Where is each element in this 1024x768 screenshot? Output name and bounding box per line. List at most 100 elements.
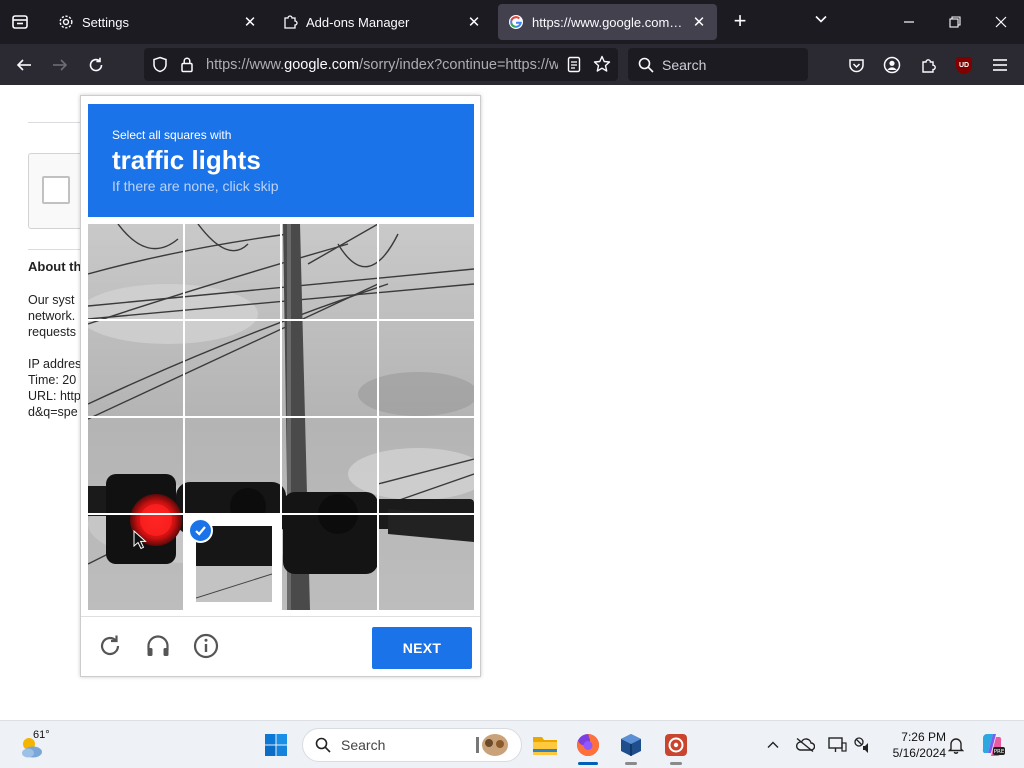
folder-icon: [533, 737, 557, 755]
puzzle-icon: [921, 58, 936, 73]
reload-challenge-button[interactable]: [95, 631, 125, 661]
notifications-button[interactable]: [944, 733, 968, 757]
start-button[interactable]: [258, 727, 294, 763]
virtualbox-taskbar-button[interactable]: [613, 727, 649, 765]
challenge-tile[interactable]: [379, 224, 475, 320]
cloud-off-icon: [796, 737, 815, 753]
url-domain: google.com: [284, 56, 360, 73]
chevron-up-icon: [767, 741, 779, 748]
info-line: Time: 20: [28, 373, 77, 387]
minimize-button[interactable]: [886, 0, 932, 44]
weather-widget[interactable]: 61°: [18, 729, 58, 761]
mouse-cursor-icon: [133, 530, 147, 550]
url-prefix: https://www.: [206, 56, 285, 73]
network-volume-tray-icon[interactable]: [851, 733, 875, 757]
tab-strip: Settings ✕ Add-ons Manager ✕ https://www…: [0, 0, 1024, 44]
url-text: https://www.google.com/sorry/index?conti…: [206, 57, 558, 73]
pocket-button[interactable]: [841, 50, 871, 80]
taskbar-search[interactable]: Search: [302, 728, 522, 762]
minimize-icon: [904, 21, 914, 23]
challenge-tile-selected[interactable]: [185, 515, 281, 611]
address-bar[interactable]: https://www.google.com/sorry/index?conti…: [144, 48, 618, 81]
challenge-tile[interactable]: [282, 321, 378, 417]
info-line: IP addres: [28, 357, 82, 371]
divider: [28, 249, 88, 250]
challenge-tile[interactable]: [185, 224, 281, 320]
help-button[interactable]: [191, 631, 221, 661]
close-tab-icon[interactable]: ✕: [466, 13, 482, 31]
tab-google-search[interactable]: https://www.google.com/search ✕: [498, 4, 717, 40]
challenge-tile[interactable]: [379, 418, 475, 514]
close-tab-icon[interactable]: ✕: [242, 13, 258, 31]
onedrive-tray-icon[interactable]: [793, 733, 817, 757]
shield-icon[interactable]: [152, 56, 168, 77]
copilot-icon: PRE: [982, 734, 1005, 756]
close-tab-icon[interactable]: ✕: [691, 13, 707, 31]
challenge-target: traffic lights: [112, 145, 261, 175]
ublock-origin-button[interactable]: UD: [949, 50, 979, 80]
new-tab-button[interactable]: +: [728, 10, 752, 34]
copilot-button[interactable]: PRE: [978, 733, 1006, 757]
challenge-tile[interactable]: [185, 321, 281, 417]
hamburger-menu-icon: [993, 59, 1007, 71]
search-icon: [638, 57, 654, 73]
chevron-down-icon: [815, 15, 827, 23]
restore-button[interactable]: [932, 0, 978, 44]
restore-icon: [949, 16, 961, 28]
challenge-hint: If there are none, click skip: [112, 178, 279, 194]
url-path: /sorry/index?continue=https://www.google…: [359, 56, 558, 73]
tab-addons-manager[interactable]: Add-ons Manager ✕: [272, 4, 492, 40]
challenge-tile[interactable]: [88, 321, 184, 417]
next-button[interactable]: NEXT: [372, 627, 472, 669]
tab-label: Settings: [82, 14, 129, 30]
reader-view-icon[interactable]: [566, 56, 582, 77]
firefox-view-button[interactable]: [0, 0, 40, 44]
list-all-tabs-button[interactable]: [814, 12, 828, 31]
search-bar[interactable]: Search: [628, 48, 808, 81]
challenge-tile[interactable]: [379, 515, 475, 611]
forward-button[interactable]: [45, 50, 75, 80]
challenge-tile[interactable]: [88, 224, 184, 320]
audio-challenge-button[interactable]: [143, 631, 173, 661]
file-explorer-button[interactable]: [527, 727, 563, 763]
show-hidden-icons-button[interactable]: [761, 733, 785, 757]
tab-settings[interactable]: Settings ✕: [48, 4, 268, 40]
back-button[interactable]: [9, 50, 39, 80]
arrow-right-icon: [53, 59, 68, 71]
account-button[interactable]: [877, 50, 907, 80]
network-icon: [854, 737, 868, 753]
firefox-taskbar-button[interactable]: [570, 727, 606, 765]
running-indicator: [625, 762, 637, 765]
about-heading: About th: [28, 259, 82, 274]
monitor-icon: [828, 737, 847, 752]
challenge-image-grid: [88, 224, 475, 611]
bookmark-star-icon[interactable]: [593, 55, 611, 77]
recaptcha-checkbox[interactable]: [42, 176, 70, 204]
windows-logo-icon: [265, 734, 287, 756]
challenge-tile[interactable]: [88, 418, 184, 514]
info-line: d&q=spe: [28, 405, 78, 419]
close-window-button[interactable]: [978, 0, 1024, 44]
clock-time: 7:26 PM: [901, 730, 946, 744]
challenge-tile[interactable]: [282, 224, 378, 320]
lock-icon[interactable]: [180, 56, 194, 77]
app-icon: [665, 734, 687, 756]
challenge-tile[interactable]: [379, 321, 475, 417]
search-bar-placeholder: Search: [662, 56, 707, 73]
challenge-tile[interactable]: [282, 515, 378, 611]
running-indicator: [670, 762, 682, 765]
reload-button[interactable]: [81, 50, 111, 80]
display-tray-icon[interactable]: [825, 733, 849, 757]
extensions-button[interactable]: [913, 50, 943, 80]
app-taskbar-button[interactable]: [658, 727, 694, 765]
puzzle-icon: [282, 14, 298, 30]
windows-taskbar: 61° Search 7:26 PM 5/16/2024 PRE: [0, 720, 1024, 768]
challenge-instruction: Select all squares with: [112, 128, 232, 142]
taskbar-clock[interactable]: 7:26 PM 5/16/2024: [880, 729, 946, 761]
pocket-icon: [848, 58, 864, 72]
info-line[interactable]: URL: http: [28, 388, 81, 404]
challenge-tile[interactable]: [185, 418, 281, 514]
reload-icon: [89, 57, 103, 72]
app-menu-button[interactable]: [985, 50, 1015, 80]
challenge-tile[interactable]: [282, 418, 378, 514]
